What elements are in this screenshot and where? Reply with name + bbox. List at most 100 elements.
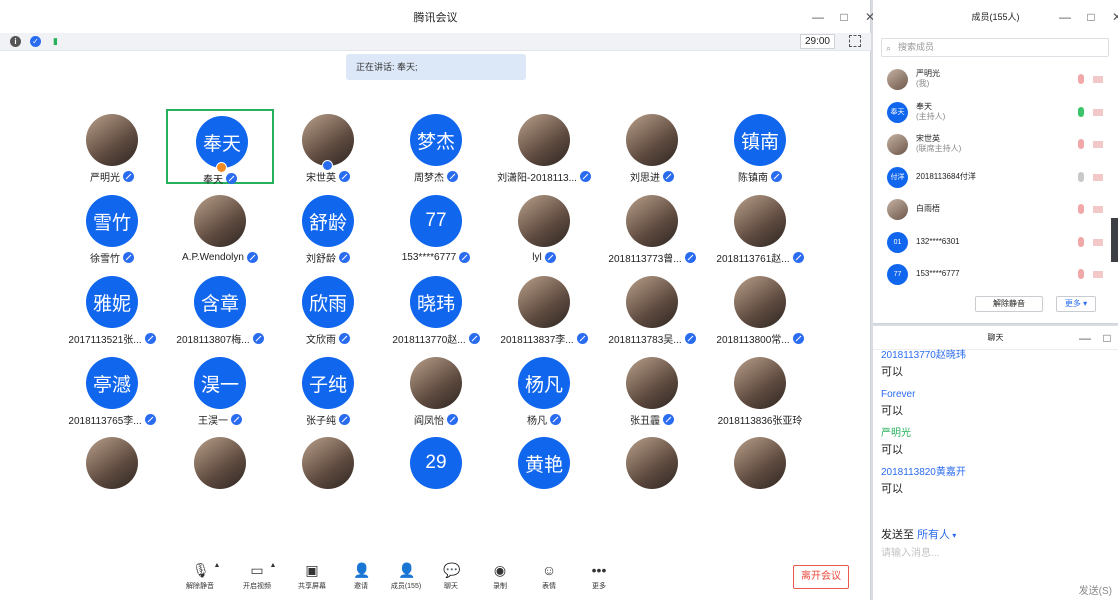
participant-tile[interactable]: 雅妮 2017113521张...	[58, 271, 166, 346]
participant-tile[interactable]: lyl	[490, 190, 598, 265]
participant-tile[interactable]	[274, 432, 382, 507]
emoji-button[interactable]: ☺ 表情	[524, 562, 574, 591]
close-icon[interactable]: ✕	[1111, 10, 1118, 24]
participant-name: lyl	[532, 251, 542, 263]
participant-tile[interactable]: 杨凡 杨凡	[490, 352, 598, 427]
member-camera-icon[interactable]	[1093, 206, 1103, 213]
member-row[interactable]: 奉天 奉天 (主持人)	[873, 96, 1118, 128]
participant-tile[interactable]	[706, 432, 814, 507]
member-camera-icon[interactable]	[1093, 271, 1103, 278]
maximize-icon[interactable]: □	[838, 10, 850, 24]
participant-tile[interactable]: 严明光	[58, 109, 166, 184]
member-row[interactable]: 严明光 (我)	[873, 63, 1118, 95]
more-button[interactable]: ••• 更多	[574, 562, 624, 591]
members-more-button[interactable]: 更多 ▾	[1056, 296, 1096, 312]
participant-tile[interactable]: 雪竹 徐雪竹	[58, 190, 166, 265]
member-mic-icon[interactable]	[1078, 171, 1084, 182]
mic-muted-icon	[663, 413, 674, 425]
fullscreen-icon[interactable]	[849, 35, 861, 47]
share-screen-button[interactable]: ▣ 共享屏幕	[287, 562, 337, 591]
member-row[interactable]: 宋世英 (联席主持人)	[873, 128, 1118, 160]
member-camera-icon[interactable]	[1093, 173, 1103, 181]
participant-tile[interactable]: 阎凤怡	[382, 352, 490, 427]
participant-name: 刘舒龄	[306, 253, 336, 265]
chat-icon: 💬	[443, 562, 461, 578]
participant-tile[interactable]: 2018113773曾...	[598, 190, 706, 265]
chat-button[interactable]: 💬 聊天	[426, 562, 476, 591]
chat-input[interactable]: 请输入消息...	[881, 544, 939, 559]
participant-tile[interactable]	[166, 432, 274, 507]
participant-tile[interactable]: 2018113761赵...	[706, 190, 814, 265]
participant-name: 2018113800常...	[716, 334, 790, 346]
member-mic-icon[interactable]	[1078, 139, 1084, 149]
side-edge-tab[interactable]	[1111, 218, 1118, 262]
member-mic-icon[interactable]	[1078, 74, 1084, 84]
member-name-block: 宋世英 (联席主持人)	[916, 134, 961, 154]
member-row[interactable]: 白雨梧	[873, 193, 1118, 225]
maximize-icon[interactable]: □	[1101, 331, 1113, 345]
member-mic-icon[interactable]	[1078, 236, 1084, 247]
participant-name-row: 陈镇南	[706, 169, 814, 184]
participant-tile[interactable]: 含章 2018113807梅...	[166, 271, 274, 346]
participant-name-row: 阎凤怡	[382, 412, 490, 427]
minimize-icon[interactable]: —	[1059, 10, 1071, 24]
meeting-timer: 29:00	[799, 34, 835, 49]
shield-icon[interactable]: ✓	[30, 36, 41, 47]
member-camera-icon[interactable]	[1093, 238, 1103, 246]
participant-tile[interactable]: 刘思进	[598, 109, 706, 184]
participant-tile[interactable]: 子纯 张子纯	[274, 352, 382, 427]
participant-tile[interactable]: 晓玮 2018113770赵...	[382, 271, 490, 346]
member-camera-icon[interactable]	[1093, 141, 1103, 148]
member-mic-icon[interactable]	[1078, 269, 1084, 279]
send-to-target[interactable]: 所有人	[917, 529, 950, 541]
leave-meeting-button[interactable]: 离开会议	[793, 565, 849, 589]
member-camera-icon[interactable]	[1093, 108, 1103, 116]
participant-tile[interactable]: 29	[382, 432, 490, 507]
participant-name: 王淏一	[198, 415, 228, 427]
member-mic-icon[interactable]	[1078, 204, 1084, 214]
member-row[interactable]: 77 153****6777	[873, 258, 1118, 290]
mic-muted-icon	[123, 251, 134, 263]
participant-tile[interactable]: 2018113837李...	[490, 271, 598, 346]
participant-avatar: 淏一	[194, 357, 246, 409]
participant-tile[interactable]: 宋世英	[274, 109, 382, 184]
participant-tile[interactable]: 刘潇阳-2018113...	[490, 109, 598, 184]
participant-tile[interactable]: A.P.Wendolyn	[166, 190, 274, 265]
minimize-icon[interactable]: —	[1079, 331, 1091, 345]
participant-tile[interactable]: 2018113783吴...	[598, 271, 706, 346]
signal-icon[interactable]: ▮	[50, 36, 61, 47]
participant-name-row: 刘思进	[598, 169, 706, 184]
mic-options-caret[interactable]: ▲	[207, 562, 227, 569]
video-options-caret[interactable]: ▲	[263, 562, 283, 569]
send-button[interactable]: 发送(S)	[1079, 582, 1112, 597]
participant-tile[interactable]: 2018113836张亚玲	[706, 352, 814, 427]
participant-tile[interactable]: 淏一王淏一	[166, 352, 274, 427]
member-row[interactable]: 付洋 2018113684付洋	[873, 161, 1118, 193]
member-search-input[interactable]: ⌕ 搜索成员	[881, 38, 1109, 57]
participant-tile[interactable]: 77 153****6777	[382, 190, 490, 265]
participant-tile[interactable]	[58, 432, 166, 507]
record-button[interactable]: ◉ 录制	[475, 562, 525, 591]
participant-tile[interactable]: 镇南 陈镇南	[706, 109, 814, 184]
chevron-down-icon[interactable]: ▾	[950, 531, 956, 540]
participant-tile[interactable]: 亭澸 2018113765李...	[58, 352, 166, 427]
member-row[interactable]: 01 132****6301	[873, 226, 1118, 258]
unmute-all-button[interactable]: 解除静音	[975, 296, 1043, 312]
invite-button[interactable]: 👤 邀请	[336, 562, 386, 591]
member-mic-icon[interactable]	[1078, 106, 1084, 117]
members-button[interactable]: 👤 成员(155)	[381, 562, 431, 591]
info-icon[interactable]: i	[10, 36, 21, 47]
participant-tile[interactable]	[598, 432, 706, 507]
send-to-selector[interactable]: 发送至 所有人 ▾	[881, 526, 956, 542]
participant-name-row: 刘舒龄	[274, 250, 382, 265]
participant-tile[interactable]: 奉天 奉天	[166, 109, 274, 186]
participant-tile[interactable]: 黄艳	[490, 432, 598, 507]
minimize-icon[interactable]: —	[812, 10, 824, 24]
participant-tile[interactable]: 张丑霾	[598, 352, 706, 427]
participant-tile[interactable]: 舒龄 刘舒龄	[274, 190, 382, 265]
participant-tile[interactable]: 2018113800常...	[706, 271, 814, 346]
participant-tile[interactable]: 梦杰 周梦杰	[382, 109, 490, 184]
maximize-icon[interactable]: □	[1085, 10, 1097, 24]
member-camera-icon[interactable]	[1093, 76, 1103, 83]
participant-tile[interactable]: 欣雨 文欣雨	[274, 271, 382, 346]
